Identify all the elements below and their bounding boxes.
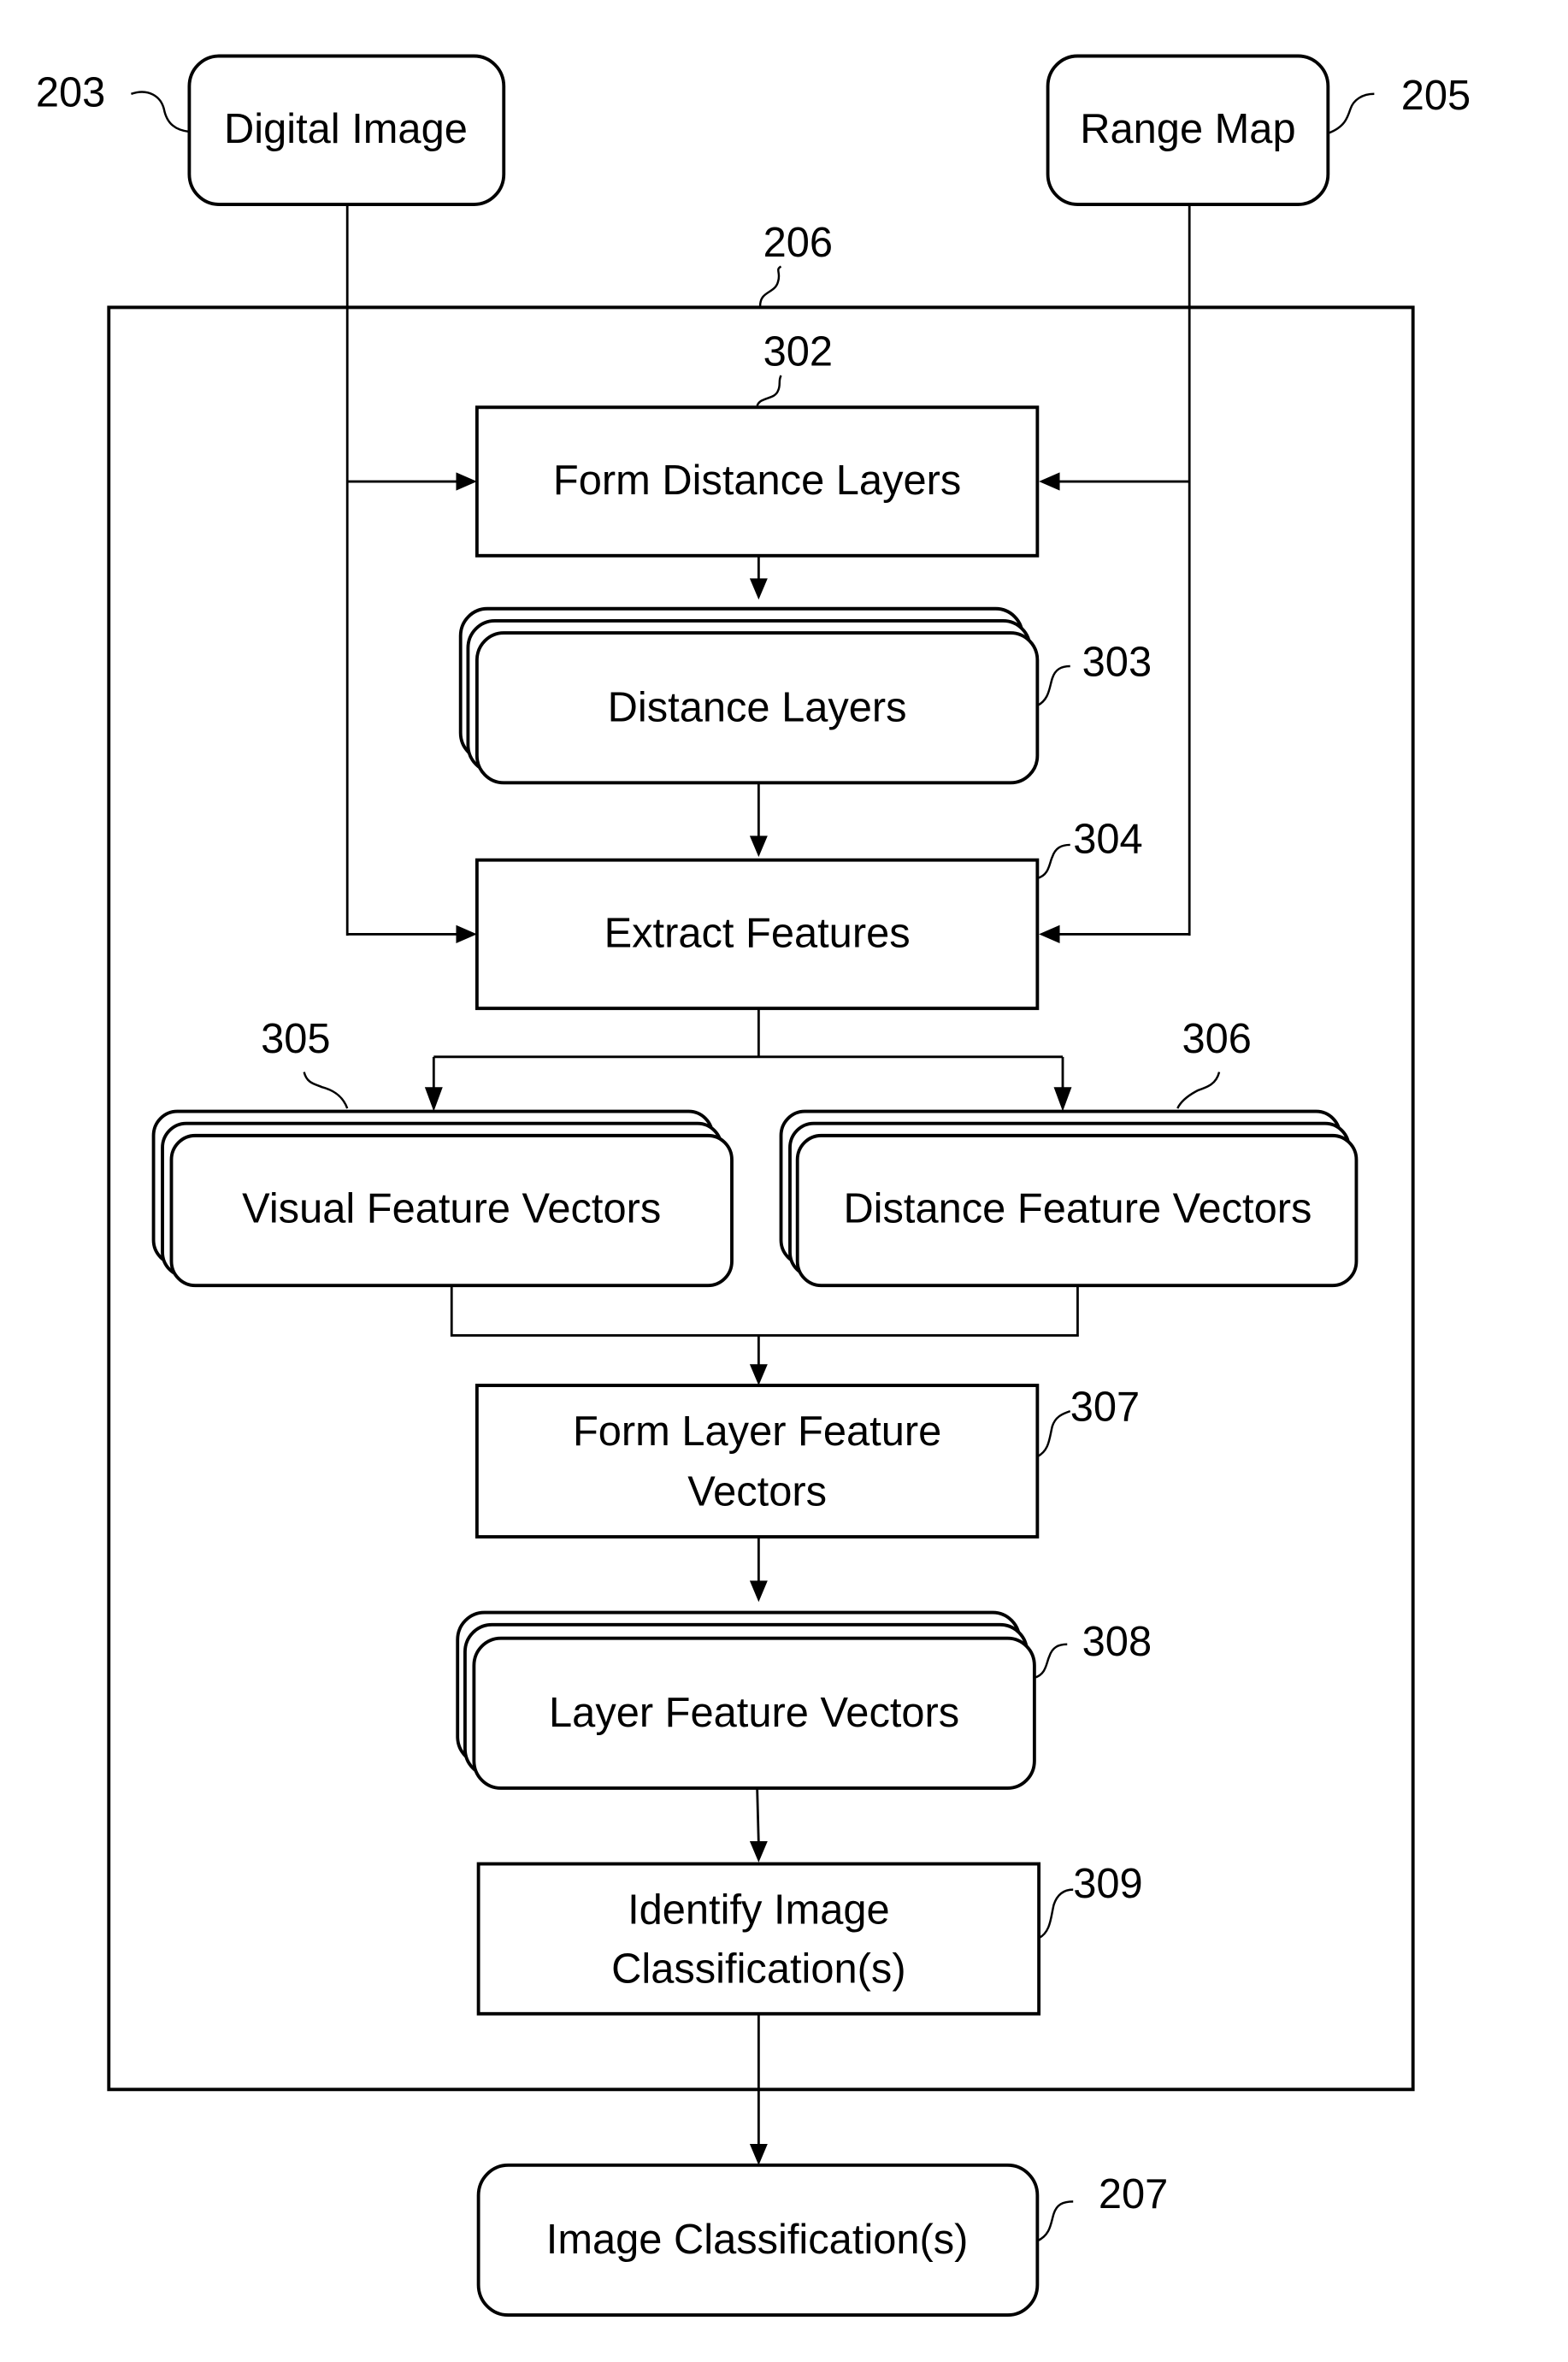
form-layer-feature-vectors-label-line2: Vectors — [687, 1467, 827, 1515]
extract-features-label: Extract Features — [604, 909, 911, 956]
leader-203 — [131, 91, 190, 133]
flowchart: 206 Digital Image 203 Range Map 205 Form… — [36, 54, 1471, 2318]
visual-feature-vectors-label: Visual Feature Vectors — [242, 1184, 661, 1231]
range-map-label: Range Map — [1080, 105, 1295, 152]
ref-308: 308 — [1082, 1618, 1152, 1665]
ref-305: 305 — [261, 1015, 330, 1062]
image-classification-label: Image Classification(s) — [546, 2216, 969, 2263]
leader-206 — [758, 265, 782, 306]
ref-302: 302 — [763, 328, 833, 375]
distance-feature-vectors-label: Distance Feature Vectors — [843, 1184, 1312, 1231]
identify-image-classification-label-line1: Identify Image — [628, 1886, 890, 1933]
ref-203: 203 — [36, 68, 105, 115]
ref-304: 304 — [1073, 815, 1142, 862]
ref-306: 306 — [1182, 1015, 1251, 1062]
ref-309: 309 — [1073, 1860, 1142, 1907]
arrow-line-308-309 — [756, 1787, 760, 1845]
ref-303: 303 — [1082, 638, 1152, 685]
form-layer-feature-vectors-label-line1: Form Layer Feature — [573, 1407, 941, 1454]
identify-image-classification-label-line2: Classification(s) — [611, 1945, 905, 1992]
leader-205 — [1327, 92, 1375, 134]
digital-image-label: Digital Image — [224, 105, 468, 152]
ref-307: 307 — [1070, 1383, 1140, 1430]
arrowhead-309-207 — [749, 2144, 768, 2165]
layer-feature-vectors-label: Layer Feature Vectors — [549, 1689, 959, 1736]
ref-207: 207 — [1099, 2170, 1168, 2217]
form-distance-layers-label: Form Distance Layers — [553, 457, 961, 504]
distance-layers-label: Distance Layers — [608, 683, 907, 730]
leader-207 — [1036, 2200, 1074, 2242]
ref-205: 205 — [1401, 72, 1471, 119]
ref-206: 206 — [763, 219, 833, 266]
